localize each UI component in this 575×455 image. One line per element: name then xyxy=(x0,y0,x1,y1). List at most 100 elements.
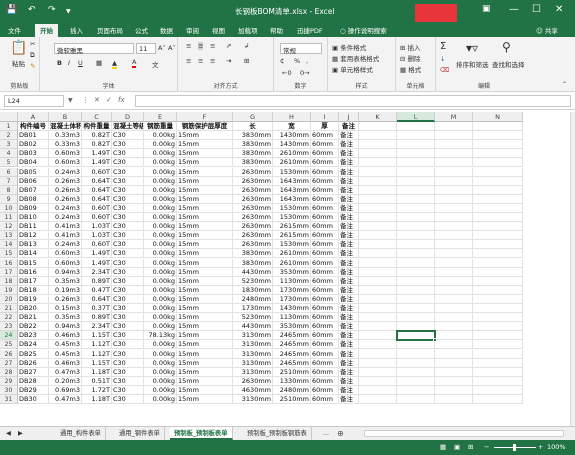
table-cell[interactable]: C30 xyxy=(112,358,144,368)
table-cell[interactable] xyxy=(473,395,523,405)
table-cell[interactable]: 0.00kg xyxy=(144,249,177,259)
table-cell[interactable] xyxy=(397,167,435,177)
table-cell[interactable]: 0.35m3 xyxy=(49,313,82,323)
number-format-dropdown[interactable]: 常规 xyxy=(280,43,322,55)
table-cell[interactable]: 0.26m3 xyxy=(49,185,82,195)
table-cell[interactable] xyxy=(435,340,473,350)
tab-file[interactable]: 文件 xyxy=(8,25,21,35)
table-cell[interactable]: 3830mm xyxy=(233,140,273,150)
table-cell[interactable]: DB09 xyxy=(18,203,49,213)
table-cell[interactable]: C30 xyxy=(112,258,144,268)
table-cell[interactable]: 3830mm xyxy=(233,131,273,141)
table-cell[interactable] xyxy=(397,240,435,250)
table-cell[interactable]: 60mm xyxy=(311,249,339,259)
table-cell[interactable] xyxy=(435,367,473,377)
table-cell[interactable]: 60mm xyxy=(311,149,339,159)
row-header[interactable]: 31 xyxy=(0,395,18,405)
table-cell[interactable] xyxy=(397,203,435,213)
table-cell[interactable]: 60mm xyxy=(311,304,339,314)
table-cell[interactable] xyxy=(359,376,397,386)
table-cell[interactable]: 0.00kg xyxy=(144,203,177,213)
table-cell[interactable]: 60mm xyxy=(311,367,339,377)
table-cell[interactable] xyxy=(473,231,523,241)
table-cell[interactable]: 60mm xyxy=(311,331,339,341)
table-cell[interactable]: 15mm xyxy=(177,203,233,213)
table-cell[interactable]: 3830mm xyxy=(233,158,273,168)
border-icon[interactable]: ▦ xyxy=(96,59,102,67)
table-cell[interactable]: 60mm xyxy=(311,167,339,177)
table-cell[interactable] xyxy=(435,140,473,150)
phonetic-icon[interactable]: 文 xyxy=(152,59,159,69)
table-cell[interactable] xyxy=(435,185,473,195)
table-cell[interactable] xyxy=(473,149,523,159)
italic-button[interactable]: I xyxy=(68,59,70,67)
table-cell[interactable]: DB28 xyxy=(18,376,49,386)
table-cell[interactable]: C30 xyxy=(112,131,144,141)
table-cell[interactable]: 0.24m3 xyxy=(49,240,82,250)
row-header[interactable]: 29 xyxy=(0,376,18,386)
row-header[interactable]: 25 xyxy=(0,340,18,350)
table-cell[interactable]: DB13 xyxy=(18,240,49,250)
table-cell[interactable] xyxy=(397,385,435,395)
table-cell[interactable] xyxy=(473,294,523,304)
table-cell[interactable]: 15mm xyxy=(177,349,233,359)
table-cell[interactable] xyxy=(473,313,523,323)
table-cell[interactable]: 1643mm xyxy=(273,194,311,204)
table-cell[interactable]: 0.47m3 xyxy=(49,367,82,377)
table-cell[interactable]: 0.00kg xyxy=(144,340,177,350)
table-cell[interactable]: C30 xyxy=(112,213,144,223)
table-cell[interactable]: 0.60m3 xyxy=(49,258,82,268)
select-all-corner[interactable] xyxy=(0,112,18,122)
tab-pdf[interactable]: 迅捷PDF xyxy=(297,25,323,35)
table-cell[interactable]: 3830mm xyxy=(233,258,273,268)
table-cell[interactable] xyxy=(473,258,523,268)
table-cell[interactable]: 1.03T xyxy=(82,231,112,241)
table-cell[interactable]: 5230mm xyxy=(233,313,273,323)
align-bottom-icon[interactable]: ≡ xyxy=(210,42,215,50)
fill-color-icon[interactable]: ▲ xyxy=(112,59,117,69)
table-cell[interactable]: 2630mm xyxy=(233,213,273,223)
table-cell[interactable] xyxy=(359,167,397,177)
format-cells-button[interactable]: ▦ 格式 xyxy=(400,64,421,74)
table-cell[interactable]: DB05 xyxy=(18,167,49,177)
column-title-cell[interactable]: 构件重量 xyxy=(82,122,112,132)
table-cell[interactable]: 2630mm xyxy=(233,194,273,204)
row-header[interactable]: 13 xyxy=(0,231,18,241)
horizontal-scrollbar[interactable] xyxy=(364,430,564,437)
table-cell[interactable] xyxy=(473,140,523,150)
column-title-cell[interactable]: 备注 xyxy=(339,122,359,132)
table-cell[interactable]: C30 xyxy=(112,294,144,304)
column-header[interactable]: J xyxy=(339,112,359,122)
table-cell[interactable]: 0.00kg xyxy=(144,222,177,232)
table-cell[interactable] xyxy=(397,376,435,386)
table-cell[interactable]: 备注 xyxy=(339,294,359,304)
row-header[interactable]: 20 xyxy=(0,294,18,304)
table-cell[interactable]: 备注 xyxy=(339,185,359,195)
table-cell[interactable]: 0.46m3 xyxy=(49,358,82,368)
table-cell[interactable]: 1130mm xyxy=(273,276,311,286)
table-cell[interactable]: 5230mm xyxy=(233,276,273,286)
paste-icon[interactable]: 📋 xyxy=(10,40,27,56)
align-top-icon[interactable]: ≡ xyxy=(186,42,191,50)
column-header[interactable]: B xyxy=(49,112,82,122)
table-cell[interactable] xyxy=(435,149,473,159)
table-cell[interactable]: 0.60T xyxy=(82,167,112,177)
table-cell[interactable]: C30 xyxy=(112,222,144,232)
table-cell[interactable]: 15mm xyxy=(177,222,233,232)
table-cell[interactable]: 0.64T xyxy=(82,194,112,204)
table-cell[interactable]: 2.34T xyxy=(82,322,112,332)
increase-decimal-icon[interactable]: ←0 xyxy=(282,69,292,77)
table-cell[interactable]: DB18 xyxy=(18,285,49,295)
column-title-cell[interactable] xyxy=(435,122,473,132)
table-cell[interactable]: 4430mm xyxy=(233,267,273,277)
table-cell[interactable] xyxy=(473,213,523,223)
row-header[interactable]: 24 xyxy=(0,331,18,341)
table-cell[interactable]: DB12 xyxy=(18,231,49,241)
table-cell[interactable]: 60mm xyxy=(311,322,339,332)
table-cell[interactable] xyxy=(397,149,435,159)
table-cell[interactable]: 0.00kg xyxy=(144,240,177,250)
table-cell[interactable] xyxy=(473,358,523,368)
normal-view-icon[interactable]: ▦ xyxy=(440,443,446,451)
table-cell[interactable]: 2610mm xyxy=(273,158,311,168)
table-cell[interactable]: 0.41m3 xyxy=(49,222,82,232)
